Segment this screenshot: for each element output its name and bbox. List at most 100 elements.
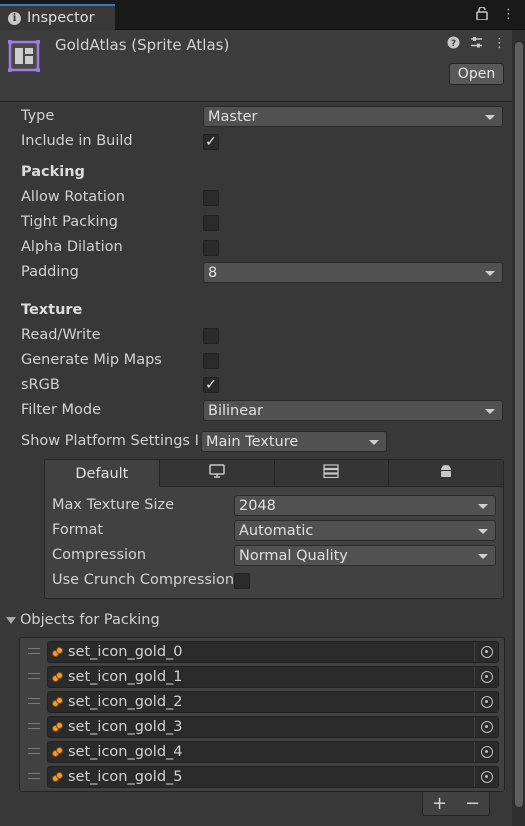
foldout-arrow-icon: [6, 616, 16, 624]
object-name: set_icon_gold_2: [68, 694, 183, 710]
platform-settings-dropdown[interactable]: Main Texture: [201, 431, 387, 452]
chevron-down-icon: [478, 529, 488, 534]
object-picker-button[interactable]: [474, 642, 498, 662]
target-icon: [480, 721, 493, 733]
crunch-compression-label: Use Crunch Compression: [52, 572, 234, 588]
android-icon: [439, 464, 453, 483]
tab-default-label: Default: [75, 465, 129, 482]
kebab-menu-icon[interactable]: ⋮: [493, 36, 506, 53]
scrollbar-thumb[interactable]: [515, 42, 523, 807]
objects-list: set_icon_gold_0 set_icon_gold_1 set_icon…: [19, 637, 505, 792]
gold-icon: [52, 771, 64, 783]
tight-packing-label: Tight Packing: [21, 214, 118, 230]
srgb-label: sRGB: [21, 377, 60, 393]
target-icon: [480, 696, 493, 708]
object-name: set_icon_gold_5: [68, 769, 183, 785]
max-texture-size-value: 2048: [239, 497, 276, 514]
drag-handle-icon[interactable]: [28, 673, 40, 679]
drag-handle-icon[interactable]: [28, 698, 40, 704]
srgb-checkbox[interactable]: ✓: [203, 377, 219, 393]
list-item[interactable]: set_icon_gold_0: [20, 639, 504, 664]
open-button[interactable]: Open: [449, 63, 504, 85]
tight-packing-checkbox[interactable]: [203, 215, 219, 231]
chevron-down-icon: [485, 115, 495, 120]
object-name: set_icon_gold_1: [68, 669, 183, 685]
filter-mode-dropdown[interactable]: Bilinear: [203, 400, 503, 421]
allow-rotation-checkbox[interactable]: [203, 190, 219, 206]
info-icon: i: [8, 11, 21, 25]
tab-android[interactable]: [389, 460, 503, 487]
objects-heading: Objects for Packing: [20, 612, 160, 628]
object-picker-button[interactable]: [474, 717, 498, 737]
object-name: set_icon_gold_0: [68, 644, 183, 660]
read-write-checkbox[interactable]: [203, 328, 219, 344]
object-picker-button[interactable]: [474, 667, 498, 687]
presets-icon[interactable]: [470, 36, 483, 53]
texture-heading: Texture: [21, 302, 83, 318]
read-write-label: Read/Write: [21, 327, 101, 343]
filter-mode-label: Filter Mode: [21, 402, 102, 418]
object-picker-button[interactable]: [474, 742, 498, 762]
max-texture-size-dropdown[interactable]: 2048: [234, 495, 496, 516]
list-footer: + −: [422, 792, 490, 816]
generate-mip-maps-checkbox[interactable]: [203, 353, 219, 369]
object-field[interactable]: set_icon_gold_0: [47, 641, 499, 663]
standalone-icon: [208, 464, 225, 482]
chevron-down-icon: [485, 271, 495, 276]
filter-mode-value: Bilinear: [208, 402, 263, 419]
alpha-dilation-checkbox[interactable]: [203, 240, 219, 256]
tab-inspector[interactable]: i Inspector: [0, 4, 115, 30]
list-item[interactable]: set_icon_gold_3: [20, 714, 504, 739]
target-icon: [480, 646, 493, 658]
format-dropdown[interactable]: Automatic: [234, 520, 496, 541]
list-item[interactable]: set_icon_gold_4: [20, 739, 504, 764]
platform-settings-label: Show Platform Settings I: [21, 433, 199, 449]
tabbar-actions: ⋮: [476, 6, 515, 24]
list-item[interactable]: set_icon_gold_5: [20, 764, 504, 789]
drag-handle-icon[interactable]: [28, 723, 40, 729]
compression-dropdown[interactable]: Normal Quality: [234, 545, 496, 566]
format-value: Automatic: [239, 522, 314, 539]
tab-standalone[interactable]: [159, 460, 275, 487]
lock-icon[interactable]: [476, 6, 488, 24]
object-field[interactable]: set_icon_gold_2: [47, 691, 499, 713]
server-icon: [323, 464, 339, 482]
object-field[interactable]: set_icon_gold_5: [47, 766, 499, 788]
help-icon[interactable]: ?: [447, 36, 460, 53]
chevron-down-icon: [478, 554, 488, 559]
gold-icon: [52, 671, 64, 683]
tab-default[interactable]: Default: [45, 460, 160, 487]
include-in-build-checkbox[interactable]: ✓: [203, 134, 219, 150]
drag-handle-icon[interactable]: [28, 648, 40, 654]
list-item[interactable]: set_icon_gold_2: [20, 689, 504, 714]
objects-foldout[interactable]: Objects for Packing: [6, 612, 160, 628]
padding-label: Padding: [21, 264, 79, 280]
add-button[interactable]: +: [432, 793, 447, 814]
object-picker-button[interactable]: [474, 767, 498, 787]
type-value: Master: [208, 108, 258, 125]
drag-handle-icon[interactable]: [28, 773, 40, 779]
object-field[interactable]: set_icon_gold_4: [47, 741, 499, 763]
scrollbar[interactable]: [512, 30, 525, 826]
list-item[interactable]: set_icon_gold_1: [20, 664, 504, 689]
remove-button[interactable]: −: [465, 793, 480, 814]
allow-rotation-label: Allow Rotation: [21, 189, 125, 205]
window-tabbar: i Inspector ⋮: [0, 0, 525, 30]
chevron-down-icon: [369, 440, 379, 445]
padding-dropdown[interactable]: 8: [203, 262, 503, 283]
crunch-compression-checkbox[interactable]: [234, 573, 250, 589]
checkmark-icon: ✓: [205, 377, 217, 393]
type-dropdown[interactable]: Master: [203, 106, 503, 127]
object-picker-button[interactable]: [474, 692, 498, 712]
alpha-dilation-label: Alpha Dilation: [21, 239, 123, 255]
object-field[interactable]: set_icon_gold_1: [47, 666, 499, 688]
compression-value: Normal Quality: [239, 547, 348, 564]
kebab-menu-icon[interactable]: ⋮: [502, 7, 515, 24]
tab-server[interactable]: [274, 460, 390, 487]
format-label: Format: [52, 522, 104, 538]
page-title: GoldAtlas (Sprite Atlas): [55, 36, 230, 54]
drag-handle-icon[interactable]: [28, 748, 40, 754]
padding-value: 8: [208, 264, 218, 281]
target-icon: [480, 746, 493, 758]
object-field[interactable]: set_icon_gold_3: [47, 716, 499, 738]
